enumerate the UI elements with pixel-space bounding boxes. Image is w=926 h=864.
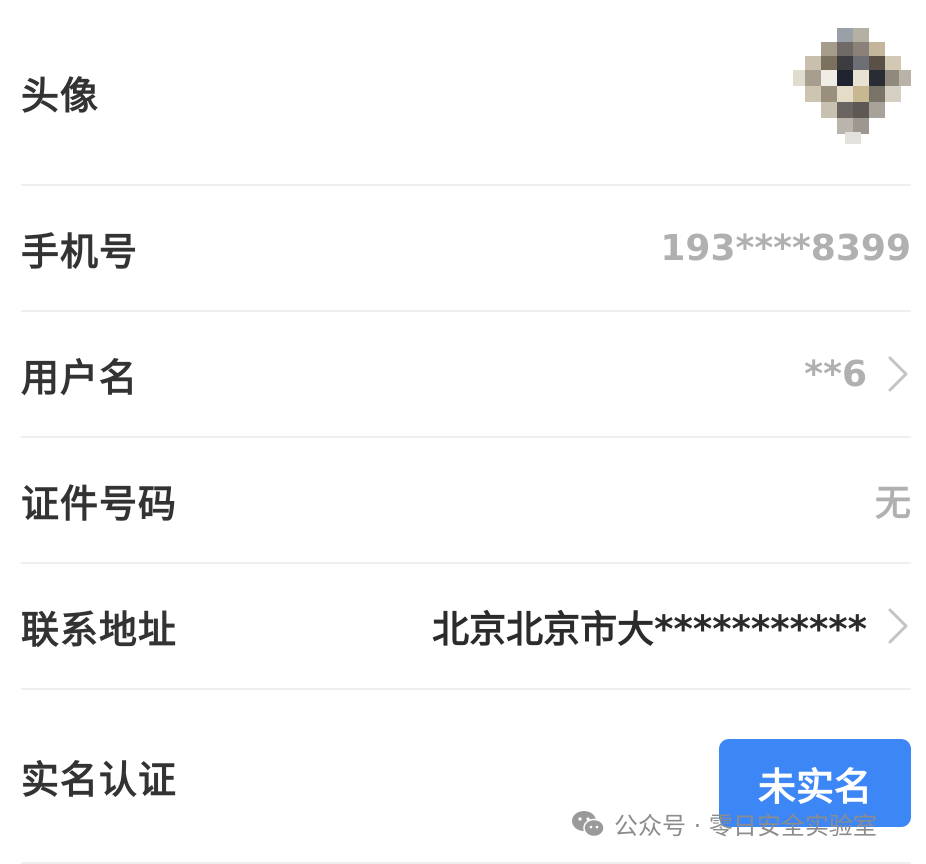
username-row[interactable]: 用户名 **6: [21, 312, 911, 438]
address-label: 联系地址: [21, 607, 178, 652]
id-number-row: 证件号码 无: [21, 438, 911, 564]
username-value: **6: [804, 353, 867, 395]
username-label: 用户名: [21, 355, 139, 400]
chevron-right-icon: [885, 354, 911, 394]
phone-value: 193****8399: [660, 227, 911, 269]
chevron-right-icon: [885, 606, 911, 646]
address-row[interactable]: 联系地址 北京北京市大***********: [21, 564, 911, 690]
phone-label: 手机号: [21, 229, 139, 274]
avatar[interactable]: [793, 28, 911, 146]
phone-row: 手机号 193****8399: [21, 186, 911, 312]
id-number-value: 无: [874, 483, 911, 524]
watermark-text: 公众号 · 零日安全实验室: [614, 812, 877, 840]
avatar-row[interactable]: 头像: [21, 0, 911, 186]
profile-list: 头像 手机号 193****8399 用户名 **6 证件号码 无 联系地址 北…: [21, 0, 911, 864]
verification-label: 实名认证: [21, 757, 178, 802]
wechat-icon: [570, 809, 606, 839]
avatar-label: 头像: [21, 73, 100, 118]
address-value: 北京北京市大***********: [432, 608, 867, 651]
id-number-label: 证件号码: [21, 481, 178, 526]
watermark: 公众号 · 零日安全实验室: [570, 806, 877, 841]
